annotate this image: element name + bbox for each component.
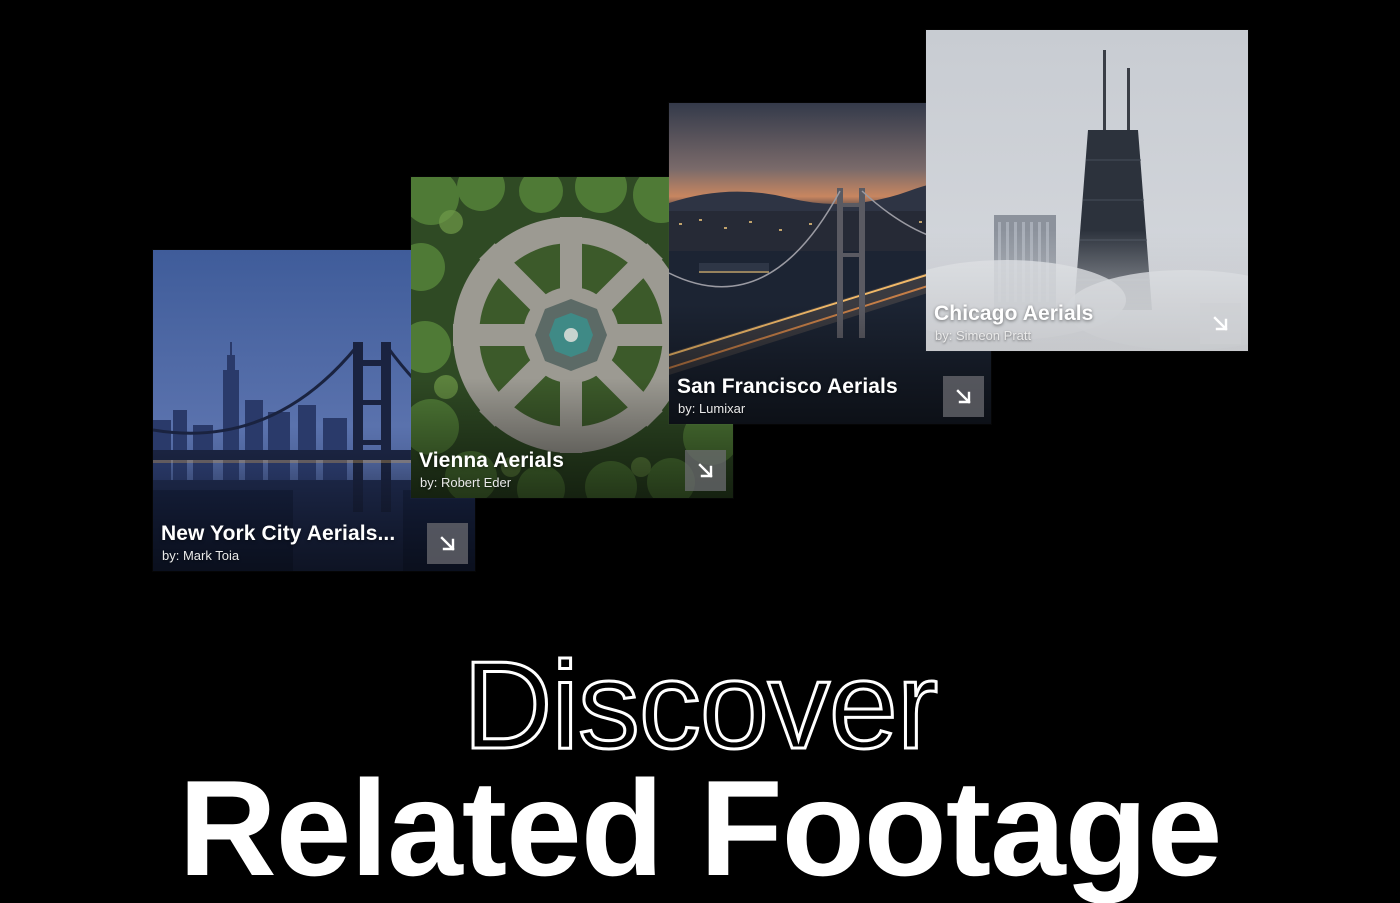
open-card-button[interactable]	[427, 523, 468, 564]
card-author: by: Robert Eder	[420, 475, 512, 490]
footage-card-chicago[interactable]: Chicago Aerials by: Simeon Pratt	[926, 30, 1248, 351]
open-card-button[interactable]	[685, 450, 726, 491]
arrow-down-right-icon	[697, 462, 713, 478]
arrow-down-right-icon	[1212, 315, 1228, 331]
card-title[interactable]: Chicago Aerials	[934, 302, 1093, 326]
card-title[interactable]: Vienna Aerials	[419, 449, 564, 473]
card-title[interactable]: San Francisco Aerials	[677, 375, 898, 399]
heading-main-line: Related Footage	[178, 752, 1223, 903]
open-card-button[interactable]	[1200, 303, 1241, 344]
arrow-down-right-icon	[955, 388, 971, 404]
discover-section: New York City Aerials... by: Mark Toia V…	[0, 0, 1400, 903]
card-author: by: Simeon Pratt	[935, 328, 1032, 343]
open-card-button[interactable]	[943, 376, 984, 417]
card-author: by: Mark Toia	[162, 548, 240, 563]
arrow-down-right-icon	[439, 535, 455, 551]
card-author: by: Lumixar	[678, 401, 746, 416]
card-title[interactable]: New York City Aerials...	[161, 522, 395, 546]
